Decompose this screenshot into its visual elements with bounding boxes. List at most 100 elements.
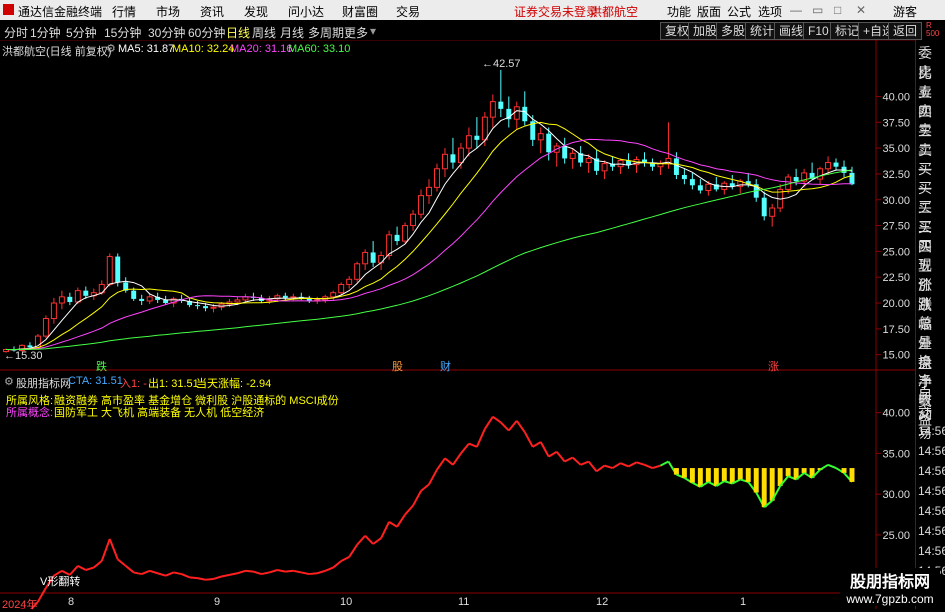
menu-item-wealth[interactable]: 财富圈 bbox=[342, 3, 378, 20]
candle-body bbox=[234, 299, 241, 303]
indicator-line-segment bbox=[77, 565, 87, 571]
period-weekly[interactable]: 周线 bbox=[252, 24, 276, 41]
side-panel-time: 14:56 bbox=[918, 484, 945, 498]
indicator-line-segment bbox=[460, 442, 470, 455]
candle-body bbox=[673, 158, 679, 175]
candle-body bbox=[481, 116, 488, 141]
menu-item-function[interactable]: 功能 bbox=[667, 3, 691, 20]
indicator-axis: 40.0035.0030.0025.0020.00 bbox=[876, 408, 910, 583]
candle-body bbox=[833, 162, 839, 167]
period-1min[interactable]: 1分钟 bbox=[30, 24, 61, 41]
candle-body bbox=[410, 213, 417, 227]
minimize-icon[interactable]: — bbox=[790, 3, 802, 17]
ma60-label: MA60: 33.10 bbox=[288, 43, 351, 55]
menu-item-layout[interactable]: 版面 bbox=[697, 3, 721, 20]
ma20-line bbox=[5, 138, 852, 351]
period-30min[interactable]: 30分钟 bbox=[148, 24, 185, 41]
period-15min[interactable]: 15分钟 bbox=[104, 24, 141, 41]
xaxis-month-12: 12 bbox=[596, 596, 609, 608]
indicator-line-segment bbox=[332, 560, 342, 569]
indicator-line-segment bbox=[420, 483, 430, 492]
menu-item-ask[interactable]: 问小达 bbox=[288, 3, 324, 20]
login-warning[interactable]: 证券交易未登录 bbox=[514, 3, 598, 20]
menu-item-formula[interactable]: 公式 bbox=[727, 3, 751, 20]
chart-title: 洪都航空(日线 前复权) bbox=[2, 46, 112, 58]
indicator-series bbox=[20, 415, 855, 609]
indicator-line-segment bbox=[636, 461, 645, 466]
candle-body bbox=[537, 133, 544, 141]
menu-item-options[interactable]: 选项 bbox=[758, 3, 782, 20]
indicator-line-segment bbox=[372, 537, 382, 545]
watermark-line2: www.7gpzb.com bbox=[846, 592, 934, 606]
maximize-icon[interactable]: □ bbox=[834, 3, 841, 17]
candle-body bbox=[27, 345, 33, 348]
price-tick-label: 17.50 bbox=[882, 324, 910, 336]
menu-item-market[interactable]: 市场 bbox=[156, 3, 180, 20]
period-5min[interactable]: 5分钟 bbox=[66, 24, 97, 41]
candle-body bbox=[489, 101, 496, 118]
indicator-line-segment bbox=[293, 569, 302, 574]
candle-body bbox=[601, 163, 608, 172]
gear-icon[interactable]: ⚙ bbox=[106, 42, 116, 55]
period-60min[interactable]: 60分钟 bbox=[188, 24, 225, 41]
candle-body bbox=[354, 263, 361, 280]
indicator-line-segment bbox=[475, 428, 486, 448]
period-multi[interactable]: 多周期 bbox=[308, 24, 344, 41]
menu-item-quotes[interactable]: 行情 bbox=[112, 3, 136, 20]
concept-value: 国防军工 大飞机 高端装备 无人机 低空经济 bbox=[54, 407, 265, 419]
xaxis-month-10: 10 bbox=[340, 596, 353, 608]
indicator-line-segment bbox=[580, 460, 590, 466]
price-tick-label: 22.50 bbox=[882, 272, 910, 284]
indicator-line-segment bbox=[221, 573, 230, 578]
marker-finance: 财 bbox=[440, 361, 451, 373]
indicator-title: 股朋指标网 bbox=[16, 378, 71, 390]
menu-item-discover[interactable]: 发现 bbox=[244, 3, 268, 20]
indicator-line-segment bbox=[596, 464, 606, 473]
indicator-line-segment bbox=[316, 569, 326, 575]
ma5-label: MA5: 31.87 bbox=[118, 43, 175, 55]
side-panel-time: 14:56 bbox=[918, 444, 945, 458]
indicator-line-segment bbox=[612, 462, 622, 469]
indicator-line-segment bbox=[604, 464, 613, 470]
xaxis-month-8: 8 bbox=[68, 596, 75, 608]
chart-area[interactable]: 40.00 37.50 35.00 32.50 30.00 27.50 25.00 22.50… bbox=[0, 40, 915, 609]
chevron-down-icon[interactable]: ▾ bbox=[370, 24, 376, 38]
concept-label: 所属概念: bbox=[6, 407, 54, 419]
indicator-line-segment bbox=[555, 451, 566, 463]
high-price-label: ←42.57 bbox=[482, 58, 521, 70]
indicator-bar bbox=[785, 468, 791, 477]
period-daily[interactable]: 日线 bbox=[226, 24, 250, 41]
indicator-bar bbox=[737, 468, 743, 480]
candle-body bbox=[362, 251, 369, 265]
app-logo-icon bbox=[3, 4, 14, 15]
price-tick-label: 20.00 bbox=[882, 298, 910, 310]
menu-item-trade[interactable]: 交易 bbox=[396, 3, 420, 20]
exit-value: 出1: 31.51 bbox=[148, 378, 199, 390]
tool-back[interactable]: 返回 bbox=[888, 22, 923, 40]
indicator-bar bbox=[745, 468, 751, 482]
candle-body bbox=[513, 106, 520, 120]
indicator-bar bbox=[689, 468, 695, 483]
indicator-line-segment bbox=[301, 571, 310, 576]
candle-body bbox=[585, 157, 592, 164]
period-intraday[interactable]: 分时 bbox=[4, 24, 28, 41]
menu-item-news[interactable]: 资讯 bbox=[200, 3, 224, 20]
indicator-line-segment bbox=[436, 457, 446, 471]
close-icon[interactable]: ✕ bbox=[856, 3, 866, 17]
restore-icon[interactable]: ▭ bbox=[812, 3, 823, 17]
period-more[interactable]: 更多 bbox=[344, 24, 368, 41]
ma10-line bbox=[5, 121, 853, 351]
candle-body bbox=[849, 172, 855, 185]
top-menubar: 通达信金融终端 行情 市场 资讯 发现 问小达 财富圈 交易 证券交易未登录 洪… bbox=[0, 0, 945, 20]
gear-icon[interactable]: ⚙ bbox=[4, 375, 14, 388]
candle-body bbox=[346, 278, 353, 285]
day-change: 当天涨幅: -2.94 bbox=[196, 378, 272, 390]
period-monthly[interactable]: 月线 bbox=[280, 24, 304, 41]
indicator-line-segment bbox=[133, 571, 142, 576]
indicator-line-segment bbox=[205, 577, 214, 581]
low-price-label: ←15.30 bbox=[4, 350, 43, 362]
indicator-line-segment bbox=[37, 587, 47, 603]
user-guest[interactable]: 游客 bbox=[893, 3, 917, 20]
candle-body bbox=[697, 185, 703, 191]
indicator-tick-label: 40.00 bbox=[882, 408, 910, 420]
